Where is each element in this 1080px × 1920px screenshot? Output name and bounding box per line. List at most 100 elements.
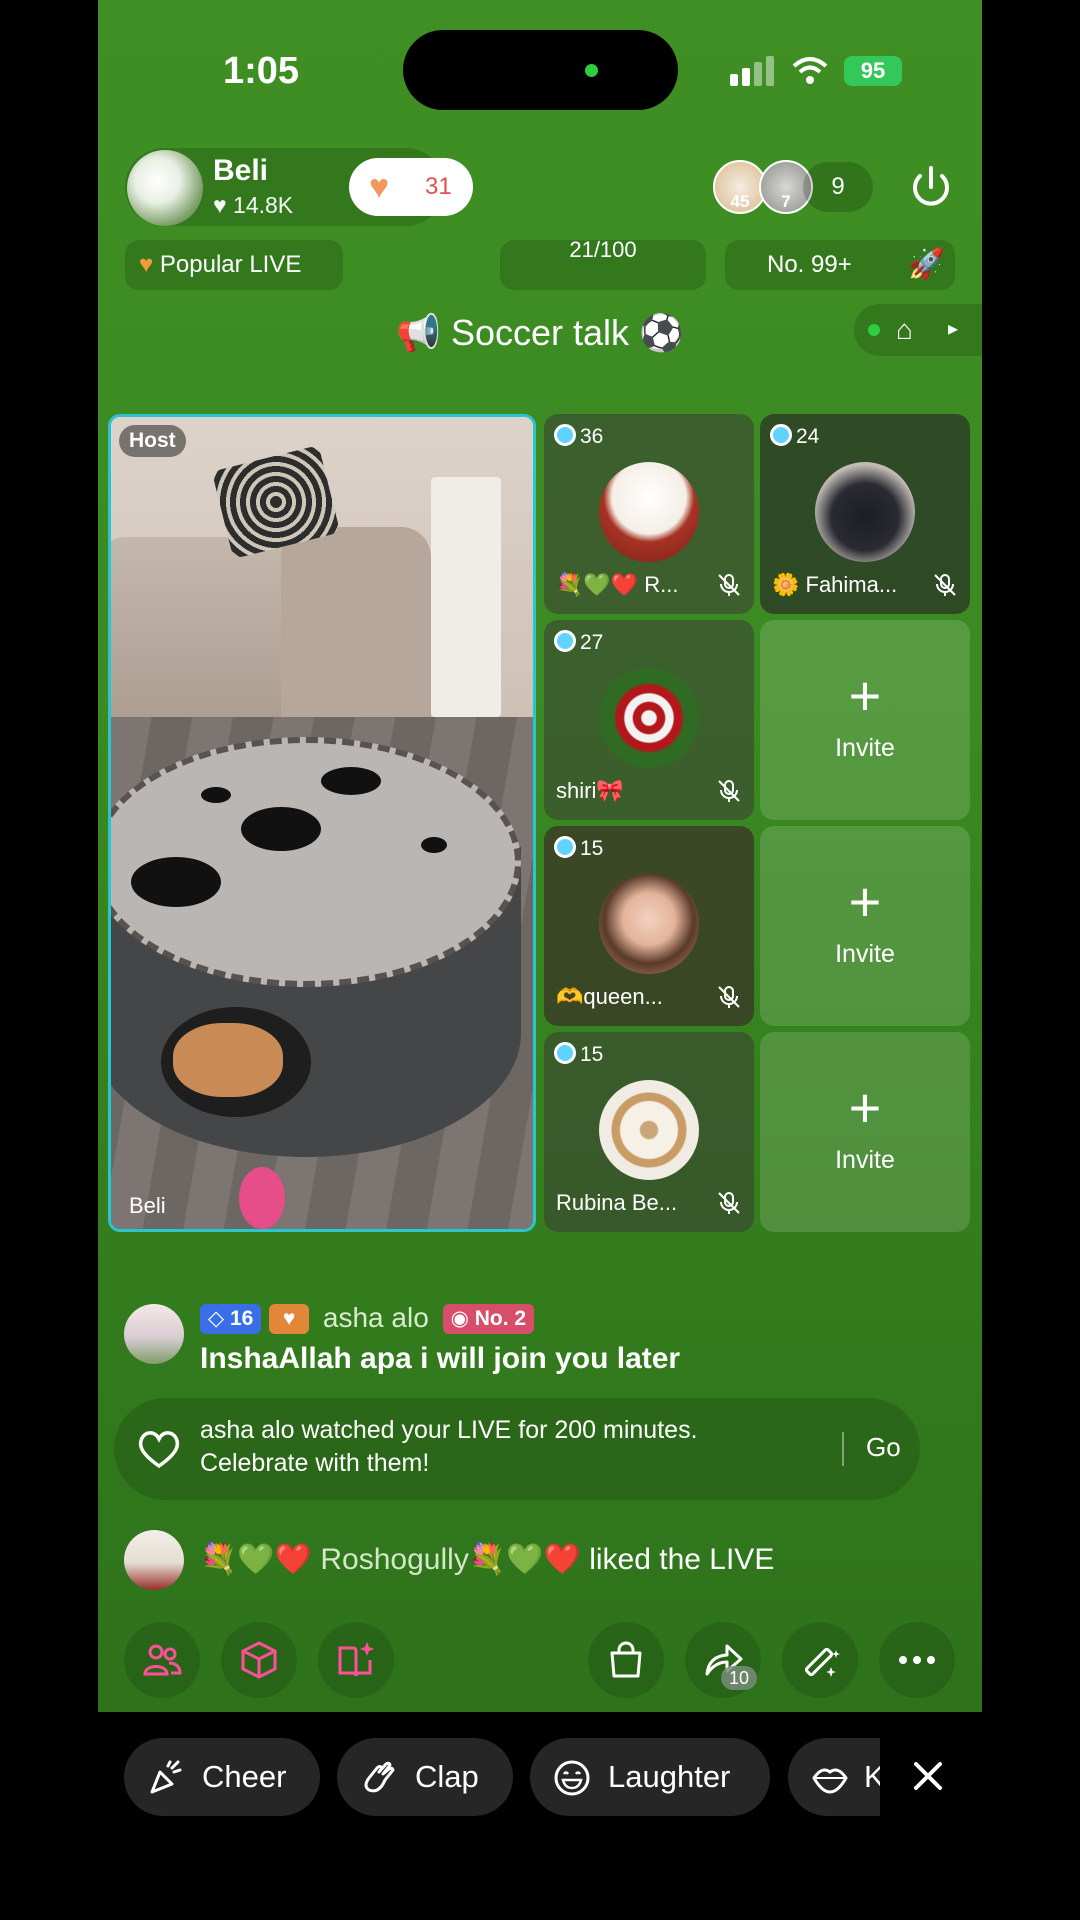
chat-meta: ◇ 16 ♥ asha alo ◉ No. 2: [200, 1302, 535, 1334]
more-dots-icon: [899, 1656, 935, 1664]
like-event-message: 💐💚❤️ Roshogully💐💚❤️ liked the LIVE: [200, 1542, 774, 1577]
status-time: 1:05: [223, 50, 300, 92]
invite-label: Invite: [835, 1146, 895, 1174]
reaction-kiss-button[interactable]: K: [788, 1738, 880, 1816]
invite-slot[interactable]: + Invite: [760, 620, 970, 820]
plus-icon: +: [848, 870, 882, 933]
go-button[interactable]: Go: [866, 1432, 901, 1463]
close-reactions-button[interactable]: [908, 1756, 948, 1796]
cube-icon: [241, 1641, 277, 1679]
host-tag: Host: [119, 425, 186, 457]
reaction-clap-button[interactable]: Clap: [337, 1738, 513, 1816]
guest-name: 🫶queen...: [556, 984, 663, 1009]
battery-indicator: 95: [844, 56, 902, 86]
mic-muted-icon: [718, 986, 740, 1008]
close-icon: [914, 1762, 942, 1790]
goal-progress: 21/100: [569, 240, 637, 262]
viewer-rank-badge: 7: [781, 192, 791, 211]
like-event-text: liked the LIVE: [580, 1543, 775, 1576]
magic-wand-icon: [804, 1647, 840, 1677]
heart-icon: ♥: [369, 168, 390, 206]
dynamic-island: [403, 30, 678, 110]
guest-tile[interactable]: 15 Rubina Be...: [544, 1032, 754, 1232]
chat-avatar[interactable]: [124, 1530, 184, 1590]
reaction-label: Laughter: [608, 1759, 731, 1794]
invite-slot[interactable]: + Invite: [760, 826, 970, 1026]
magic-button[interactable]: [782, 1622, 858, 1698]
rank-pill[interactable]: No. 99+ 🚀: [725, 240, 955, 290]
heart-outline-icon: [138, 1431, 180, 1469]
reaction-label: Clap: [415, 1759, 479, 1794]
guest-avatar: [815, 462, 915, 562]
reaction-cheer-button[interactable]: Cheer: [124, 1738, 320, 1816]
popular-label: Popular LIVE: [159, 251, 302, 278]
guest-level-badge: 27: [554, 630, 603, 655]
guest-tile[interactable]: 36 💐💚❤️ R...: [544, 414, 754, 614]
rank-label: No. 99+: [767, 251, 852, 278]
status-bar: 1:05 95: [98, 0, 982, 140]
chat-username[interactable]: asha alo: [323, 1302, 429, 1333]
power-icon: [913, 166, 949, 206]
mic-muted-icon: [718, 574, 740, 596]
guest-avatar: [599, 1080, 699, 1180]
reaction-label: Cheer: [202, 1759, 287, 1794]
chat-message: InshaAllah apa i will join you later: [200, 1342, 681, 1375]
viewer-rank-badge: 45: [730, 192, 750, 211]
chevron-right-icon: ▸: [948, 318, 959, 340]
guest-tile[interactable]: 27 shiri🎀: [544, 620, 754, 820]
mic-muted-icon: [934, 574, 956, 596]
host-name: Beli: [213, 154, 269, 187]
guest-tile[interactable]: 24 🌼 Fahima...: [760, 414, 970, 614]
invite-label: Invite: [835, 940, 895, 968]
guest-name: 🌼 Fahima...: [772, 572, 898, 597]
guest-avatar: [599, 668, 699, 768]
chat-avatar[interactable]: [124, 1304, 184, 1364]
story-button[interactable]: [318, 1622, 394, 1698]
host-profile-chip[interactable]: Beli ♥ 14.8K ♥ 31: [125, 148, 473, 226]
guest-level-badge: 15: [554, 1042, 603, 1067]
level-badge: ◇ 16: [200, 1304, 262, 1334]
divider: [842, 1432, 844, 1466]
share-count: 10: [721, 1666, 757, 1690]
guest-tile[interactable]: 15 🫶queen...: [544, 826, 754, 1026]
rank-badge: ◉ No. 2: [442, 1304, 535, 1334]
host-tile-name: Beli: [129, 1193, 166, 1218]
topic-controls[interactable]: ⌂ ▸: [854, 304, 982, 356]
lips-icon: [812, 1768, 848, 1794]
guest-avatar: [599, 874, 699, 974]
mic-muted-icon: [718, 780, 740, 802]
plus-icon: +: [848, 1076, 882, 1139]
end-live-button[interactable]: [906, 162, 956, 212]
host-video-tile[interactable]: Host Beli: [108, 414, 536, 1232]
invite-slot[interactable]: + Invite: [760, 1032, 970, 1232]
celebrate-notice[interactable]: asha alo watched your LIVE for 200 minut…: [114, 1398, 920, 1500]
home-icon: ⌂: [896, 314, 913, 345]
viewer-count[interactable]: 9: [803, 162, 873, 212]
guest-avatar: [599, 462, 699, 562]
reaction-laughter-button[interactable]: Laughter: [530, 1738, 770, 1816]
shop-button[interactable]: [588, 1622, 664, 1698]
clap-icon: [364, 1761, 395, 1793]
guests-button[interactable]: [124, 1622, 200, 1698]
viewer-list[interactable]: 45 7 9: [713, 160, 883, 214]
mic-muted-icon: [718, 1192, 740, 1214]
camera-indicator-icon: [585, 64, 598, 77]
share-button[interactable]: 10: [685, 1622, 761, 1698]
cheer-icon: [150, 1760, 182, 1794]
popular-live-pill[interactable]: ♥ Popular LIVE: [125, 240, 343, 290]
popular-heart-icon: ♥: [139, 251, 154, 278]
live-topic[interactable]: 📢 Soccer talk ⚽: [98, 312, 982, 354]
wifi-icon: [792, 56, 828, 94]
goal-progress-pill[interactable]: 21/100: [500, 240, 706, 290]
rocket-icon: 🚀: [907, 248, 945, 281]
people-icon: [143, 1644, 182, 1676]
more-button[interactable]: [879, 1622, 955, 1698]
plus-icon: +: [848, 664, 882, 727]
like-button[interactable]: ♥ 31: [349, 158, 473, 216]
chat-username[interactable]: 💐💚❤️ Roshogully💐💚❤️: [200, 1543, 581, 1576]
guest-level-badge: 36: [554, 424, 603, 449]
host-avatar[interactable]: [127, 150, 203, 226]
status-dot-icon: [868, 324, 880, 336]
effects-button[interactable]: [221, 1622, 297, 1698]
signal-icon: [730, 56, 776, 86]
